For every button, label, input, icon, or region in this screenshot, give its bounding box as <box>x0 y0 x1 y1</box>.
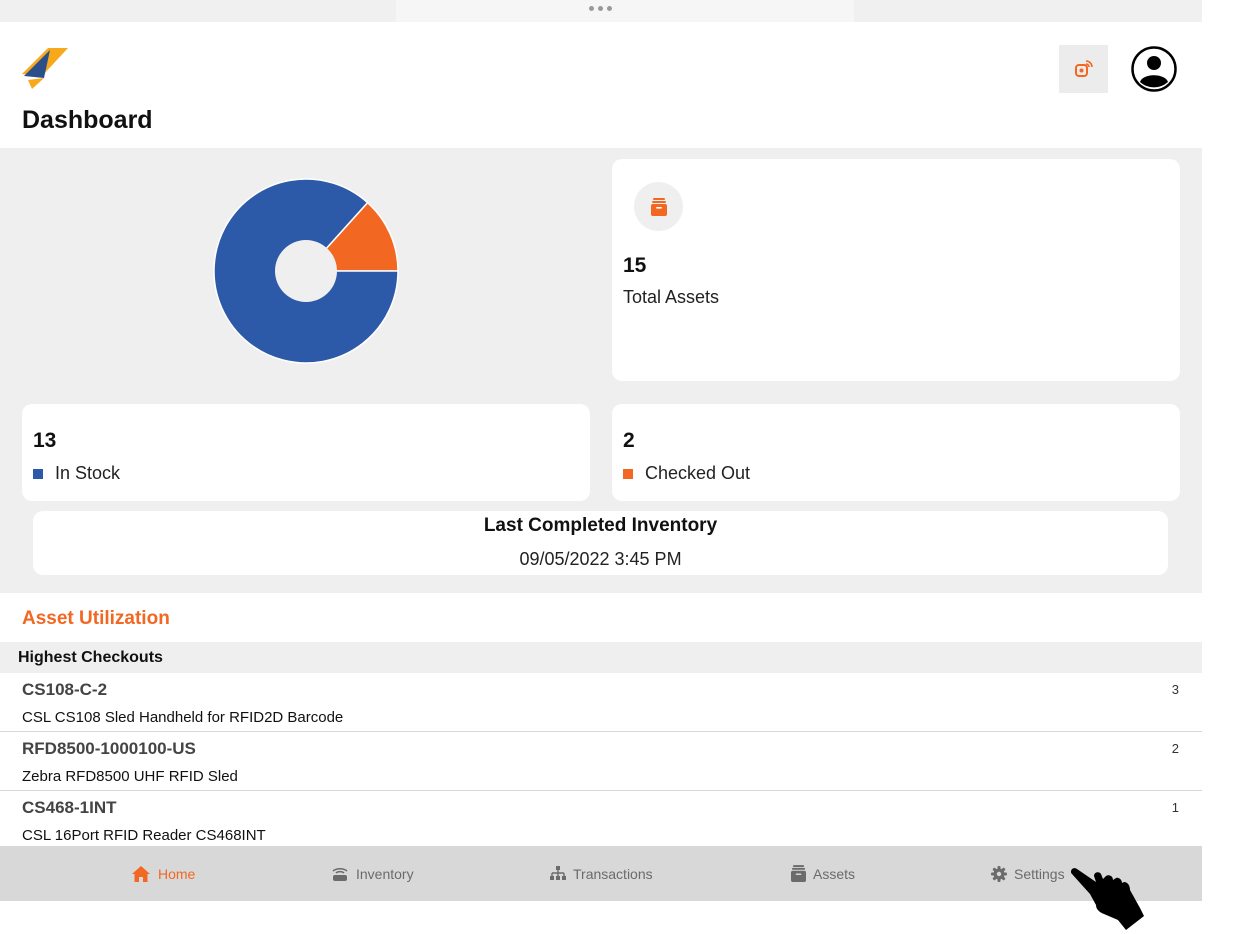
in-stock-card: 13 In Stock <box>22 404 590 501</box>
last-inventory-card: Last Completed Inventory 09/05/2022 3:45… <box>33 511 1168 575</box>
highest-checkouts-header: Highest Checkouts <box>0 642 1202 673</box>
tab-assets-label: Assets <box>813 865 856 882</box>
checked-out-card: 2 Checked Out <box>612 404 1180 501</box>
last-inventory-date: 09/05/2022 3:45 PM <box>519 549 682 569</box>
asset-description: CSL CS108 Sled Handheld for RFID2D Barco… <box>22 709 344 726</box>
checkout-count: 2 <box>1171 741 1179 756</box>
highest-checkouts-title: Highest Checkouts <box>18 649 163 666</box>
checked-out-swatch <box>623 468 633 479</box>
tab-transactions[interactable]: Transactions <box>550 846 653 901</box>
total-assets-card: 15 Total Assets <box>612 159 1180 381</box>
rfid-scanner-button[interactable] <box>1059 45 1108 93</box>
app-window: Dashboard 15 Total Assets 13 In Stock 2 … <box>0 0 1202 934</box>
total-assets-value: 15 <box>623 254 647 277</box>
total-assets-icon-badge <box>634 182 683 231</box>
asset-utilization-title: Asset Utilization <box>22 608 170 629</box>
tab-assets[interactable]: Assets <box>791 846 855 901</box>
user-avatar-icon[interactable] <box>1131 46 1177 92</box>
archive-box-icon <box>650 197 667 216</box>
archive-icon <box>791 865 806 882</box>
in-stock-label: In Stock <box>55 463 121 483</box>
rfid-reader-icon <box>332 867 348 881</box>
multitask-grip-bar <box>396 0 854 22</box>
checkout-count: 1 <box>1171 800 1179 815</box>
checkout-count: 3 <box>1171 682 1179 697</box>
gear-icon <box>991 865 1007 882</box>
total-assets-label: Total Assets <box>623 287 720 307</box>
window-top-bar <box>0 0 1202 22</box>
asset-description: CSL 16Port RFID Reader CS468INT <box>22 827 266 844</box>
asset-code: CS468-1INT <box>22 798 117 817</box>
multitask-dots-icon[interactable] <box>589 6 612 11</box>
checked-out-value: 2 <box>623 429 635 452</box>
tab-settings[interactable]: Settings <box>991 846 1065 901</box>
tab-transactions-label: Transactions <box>573 865 653 882</box>
rfid-scanner-icon <box>1074 60 1093 77</box>
list-item[interactable]: RFD8500-1000100-US Zebra RFD8500 UHF RFI… <box>0 732 1202 791</box>
stackbar-logo-icon <box>22 48 68 89</box>
hierarchy-icon <box>550 866 566 880</box>
home-icon <box>132 865 150 882</box>
tab-settings-label: Settings <box>1014 865 1065 882</box>
screen-right-edge <box>1202 0 1242 934</box>
asset-description: Zebra RFD8500 UHF RFID Sled <box>22 768 238 785</box>
pointing-hand-cursor-icon <box>1070 868 1144 930</box>
checked-out-label: Checked Out <box>645 463 751 483</box>
tab-home[interactable]: Home <box>131 846 195 901</box>
in-stock-legend: In Stock <box>33 463 120 484</box>
asset-code: RFD8500-1000100-US <box>22 739 196 758</box>
in-stock-swatch <box>33 468 43 479</box>
list-item[interactable]: CS108-C-2 CSL CS108 Sled Handheld for RF… <box>0 673 1202 732</box>
asset-status-donut-chart <box>213 178 399 364</box>
list-item[interactable]: CS468-1INT CSL 16Port RFID Reader CS468I… <box>0 791 1202 850</box>
tab-inventory[interactable]: Inventory <box>331 846 414 901</box>
checked-out-legend: Checked Out <box>623 463 750 484</box>
tab-inventory-label: Inventory <box>356 865 414 882</box>
last-inventory-title: Last Completed Inventory <box>483 515 718 536</box>
asset-code: CS108-C-2 <box>22 680 108 699</box>
page-title: Dashboard <box>22 106 153 134</box>
tab-home-label: Home <box>158 865 196 882</box>
donut-center-hole <box>275 240 337 302</box>
bottom-tab-bar: Home Inventory Transactions Assets Setti… <box>0 846 1202 901</box>
in-stock-value: 13 <box>33 429 57 452</box>
